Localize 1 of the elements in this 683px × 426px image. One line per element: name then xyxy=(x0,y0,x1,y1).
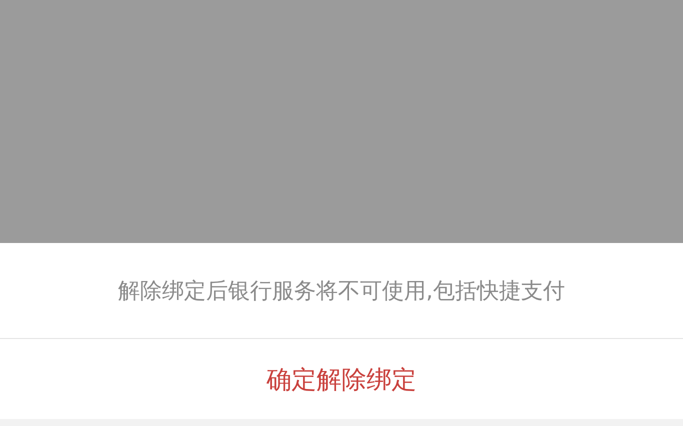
sheet-message: 解除绑定后银行服务将不可使用,包括快捷支付 xyxy=(118,278,565,306)
